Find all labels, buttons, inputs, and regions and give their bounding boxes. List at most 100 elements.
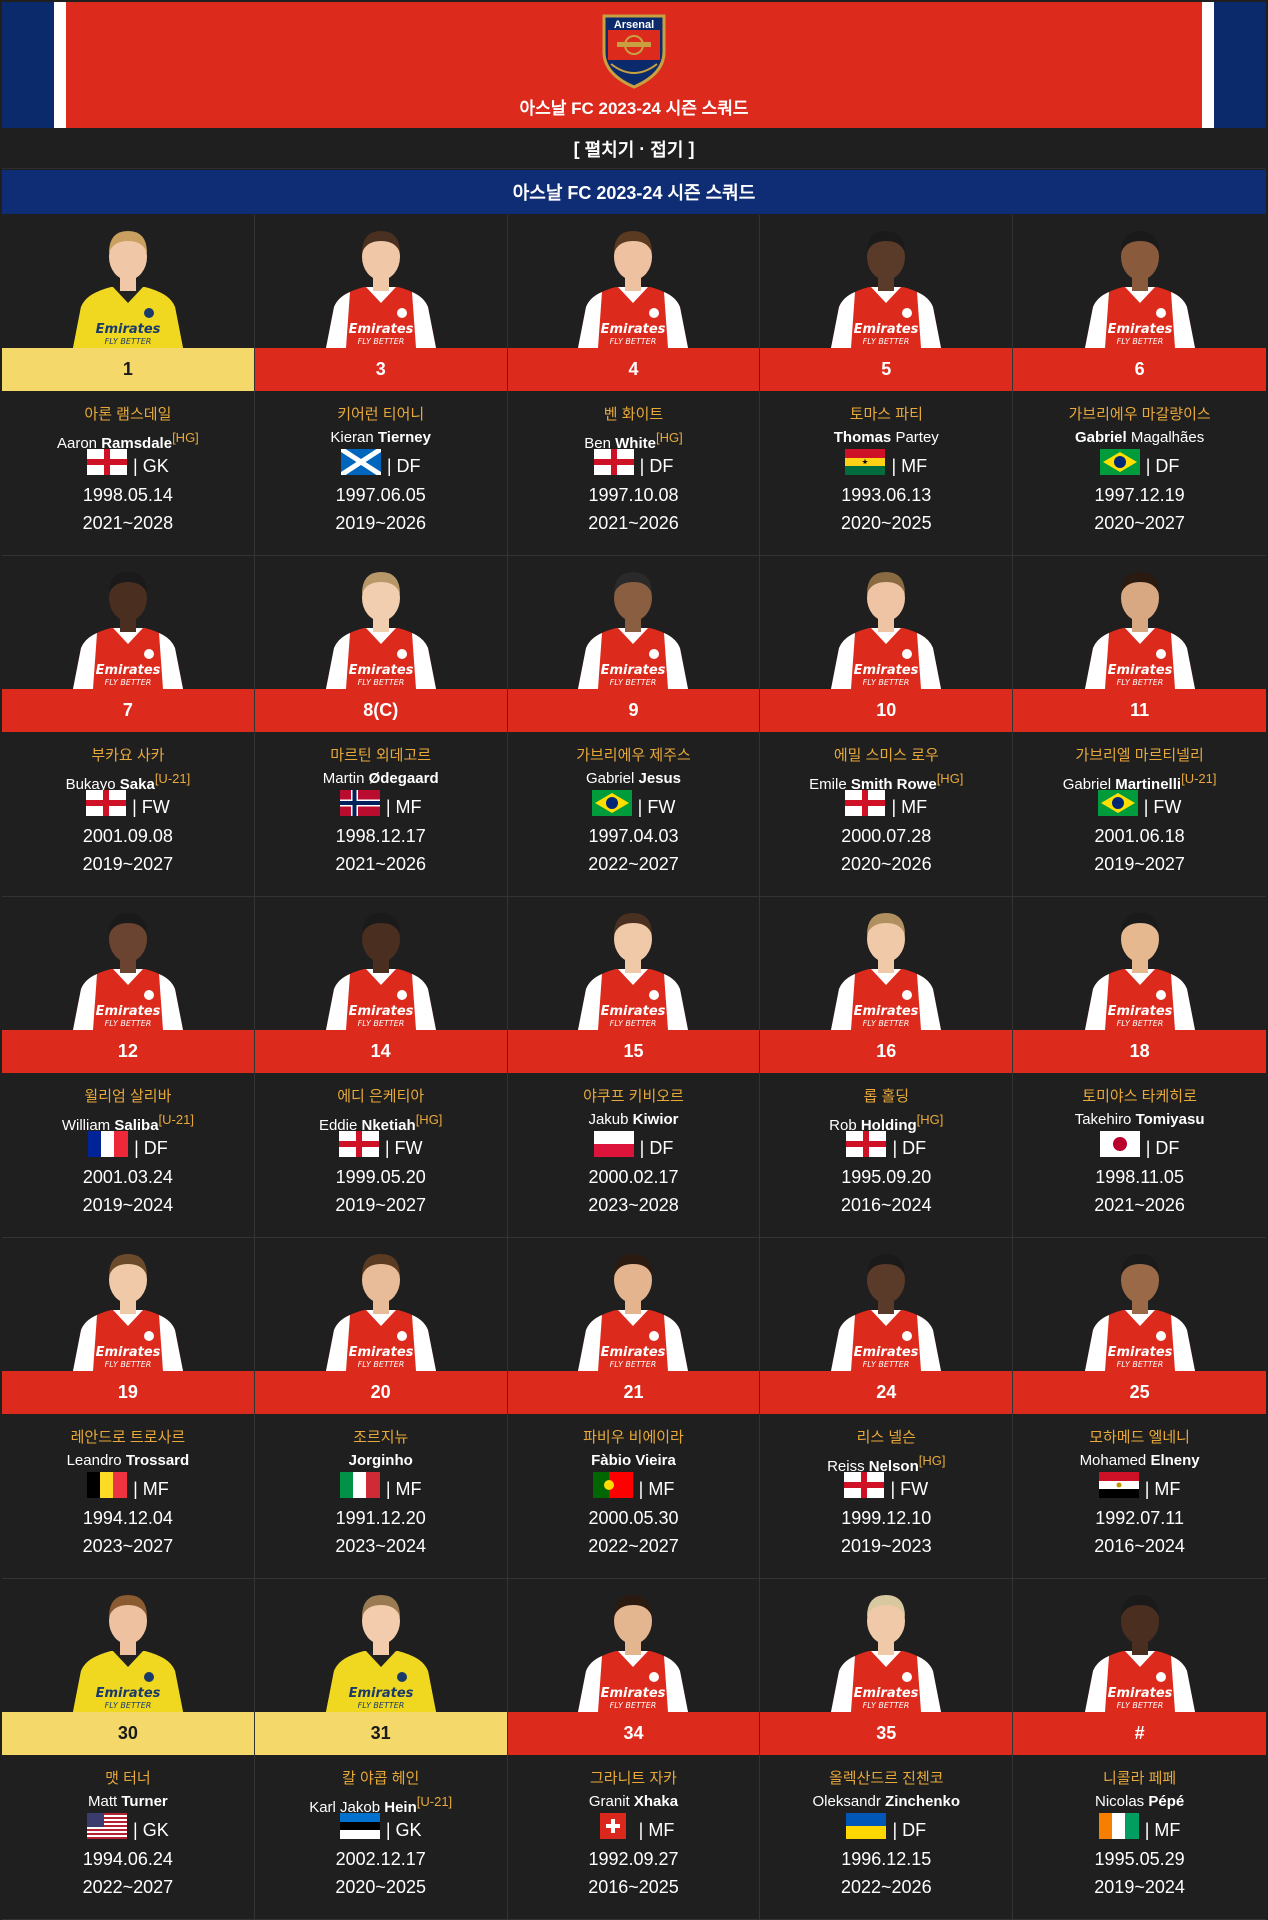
player-card[interactable]: Emirates FLY BETTER 19 레안드로 트로사르 Leandro… [2, 1238, 255, 1579]
player-card[interactable]: Emirates FLY BETTER 15 야쿠프 키비오르 Jakub Ki… [507, 897, 761, 1238]
player-korean-name[interactable]: 롭 홀딩 [760, 1087, 1012, 1109]
player-photo[interactable]: Emirates FLY BETTER [760, 556, 1012, 689]
player-card[interactable]: Emirates FLY BETTER 24 리스 넬슨 Reiss Nelso… [760, 1238, 1014, 1579]
england-flag-icon[interactable] [338, 1131, 379, 1165]
england-flag-icon[interactable] [86, 790, 127, 824]
player-tag[interactable]: [HG] [937, 771, 964, 786]
player-card[interactable]: Emirates FLY BETTER 7 부카요 사카 Bukayo Saka… [2, 556, 255, 897]
belgium-flag-icon[interactable] [87, 1472, 128, 1506]
player-korean-name[interactable]: 에디 은케티아 [255, 1087, 507, 1109]
scotland-flag-icon[interactable] [340, 449, 381, 483]
player-tag[interactable]: [HG] [917, 1112, 944, 1127]
egypt-flag-icon[interactable] [1098, 1472, 1139, 1506]
player-tag[interactable]: [U-21] [1181, 771, 1216, 786]
player-korean-name[interactable]: 조르지뉴 [255, 1428, 507, 1450]
ghana-flag-icon[interactable] [845, 449, 886, 483]
player-card[interactable]: Emirates FLY BETTER 1 아론 램스데일 Aaron Rams… [2, 215, 255, 556]
player-photo[interactable]: Emirates FLY BETTER [760, 897, 1012, 1030]
player-korean-name[interactable]: 맷 터너 [2, 1769, 254, 1791]
player-photo[interactable]: Emirates FLY BETTER [2, 556, 254, 689]
player-card[interactable]: Emirates FLY BETTER 14 에디 은케티아 Eddie Nke… [254, 897, 508, 1238]
player-photo[interactable]: Emirates FLY BETTER [508, 215, 760, 348]
player-korean-name[interactable]: 토마스 파티 [760, 405, 1012, 427]
estonia-flag-icon[interactable] [339, 1813, 380, 1847]
player-photo[interactable]: Emirates FLY BETTER [508, 1579, 760, 1712]
england-flag-icon[interactable] [87, 449, 128, 483]
player-photo[interactable]: Emirates FLY BETTER [508, 897, 760, 1030]
player-card[interactable]: Emirates FLY BETTER 8(C) 마르틴 외데고르 Martin… [254, 556, 508, 897]
player-tag[interactable]: [HG] [416, 1112, 443, 1127]
player-card[interactable]: Emirates FLY BETTER 20 조르지뉴 Jorginho | M… [254, 1238, 508, 1579]
player-photo[interactable]: Emirates FLY BETTER [2, 215, 254, 348]
player-korean-name[interactable]: 윌리엄 살리바 [2, 1087, 254, 1109]
player-korean-name[interactable]: 가브리엘 마르티넬리 [1013, 746, 1266, 768]
player-card[interactable]: Emirates FLY BETTER 12 윌리엄 살리바 William S… [2, 897, 255, 1238]
player-card[interactable]: Emirates FLY BETTER 30 맷 터너 Matt Turner … [2, 1579, 255, 1920]
player-photo[interactable]: Emirates FLY BETTER [1013, 556, 1266, 689]
usa-flag-icon[interactable] [87, 1813, 128, 1847]
player-korean-name[interactable]: 리스 넬슨 [760, 1428, 1012, 1450]
player-korean-name[interactable]: 칼 야콥 헤인 [255, 1769, 507, 1791]
england-flag-icon[interactable] [845, 790, 886, 824]
player-korean-name[interactable]: 가브리에우 마갈량이스 [1013, 405, 1266, 427]
player-photo[interactable]: Emirates FLY BETTER [255, 1579, 507, 1712]
player-tag[interactable]: [HG] [919, 1453, 946, 1468]
arsenal-crest-icon[interactable]: Arsenal [599, 12, 669, 90]
ireland_like-flag-icon[interactable] [1098, 1813, 1139, 1847]
player-card[interactable]: Emirates FLY BETTER 11 가브리엘 마르티넬리 Gabrie… [1013, 556, 1266, 897]
player-photo[interactable]: Emirates FLY BETTER [1013, 897, 1266, 1030]
england-flag-icon[interactable] [593, 449, 634, 483]
player-card[interactable]: Emirates FLY BETTER 5 토마스 파티 Thomas Part… [760, 215, 1014, 556]
player-card[interactable]: Emirates FLY BETTER 16 롭 홀딩 Rob Holding[… [760, 897, 1014, 1238]
player-korean-name[interactable]: 키어런 티어니 [255, 405, 507, 427]
player-card[interactable]: Emirates FLY BETTER 3 키어런 티어니 Kieran Tie… [254, 215, 508, 556]
england-flag-icon[interactable] [844, 1472, 885, 1506]
switzerland-flag-icon[interactable] [593, 1813, 633, 1847]
poland-flag-icon[interactable] [593, 1131, 634, 1165]
player-photo[interactable]: Emirates FLY BETTER [255, 556, 507, 689]
player-korean-name[interactable]: 파비우 비에이라 [508, 1428, 760, 1450]
player-korean-name[interactable]: 가브리에우 제주스 [508, 746, 760, 768]
player-korean-name[interactable]: 모하메드 엘네니 [1013, 1428, 1266, 1450]
player-korean-name[interactable]: 부카요 사카 [2, 746, 254, 768]
player-photo[interactable]: Emirates FLY BETTER [1013, 1579, 1266, 1712]
player-korean-name[interactable]: 아론 램스데일 [2, 405, 254, 427]
player-photo[interactable]: Emirates FLY BETTER [255, 215, 507, 348]
player-korean-name[interactable]: 에밀 스미스 로우 [760, 746, 1012, 768]
france-flag-icon[interactable] [88, 1131, 129, 1165]
player-tag[interactable]: [U-21] [155, 771, 190, 786]
player-korean-name[interactable]: 야쿠프 키비오르 [508, 1087, 760, 1109]
player-card[interactable]: Emirates FLY BETTER 35 올렉산드르 진첸코 Oleksan… [760, 1579, 1014, 1920]
player-korean-name[interactable]: 벤 화이트 [508, 405, 760, 427]
player-photo[interactable]: Emirates FLY BETTER [1013, 1238, 1266, 1371]
player-photo[interactable]: Emirates FLY BETTER [760, 1579, 1012, 1712]
player-photo[interactable]: Emirates FLY BETTER [1013, 215, 1266, 348]
player-photo[interactable]: Emirates FLY BETTER [760, 215, 1012, 348]
player-photo[interactable]: Emirates FLY BETTER [508, 1238, 760, 1371]
player-tag[interactable]: [HG] [656, 430, 683, 445]
player-card[interactable]: Emirates FLY BETTER 9 가브리에우 제주스 Gabriel … [507, 556, 761, 897]
portugal-flag-icon[interactable] [592, 1472, 633, 1506]
player-tag[interactable]: [HG] [172, 430, 199, 445]
england-flag-icon[interactable] [846, 1131, 887, 1165]
brazil-flag-icon[interactable] [1099, 449, 1140, 483]
brazil-flag-icon[interactable] [591, 790, 632, 824]
player-tag[interactable]: [U-21] [417, 1794, 452, 1809]
player-card[interactable]: Emirates FLY BETTER 21 파비우 비에이라 Fàbio Vi… [507, 1238, 761, 1579]
player-photo[interactable]: Emirates FLY BETTER [255, 1238, 507, 1371]
player-card[interactable]: Emirates FLY BETTER 6 가브리에우 마갈량이스 Gabrie… [1013, 215, 1266, 556]
player-korean-name[interactable]: 마르틴 외데고르 [255, 746, 507, 768]
player-korean-name[interactable]: 니콜라 페페 [1013, 1769, 1266, 1791]
player-korean-name[interactable]: 올렉산드르 진첸코 [760, 1769, 1012, 1791]
player-photo[interactable]: Emirates FLY BETTER [760, 1238, 1012, 1371]
japan-flag-icon[interactable] [1099, 1131, 1140, 1165]
player-card[interactable]: Emirates FLY BETTER 31 칼 야콥 헤인 Karl Jako… [254, 1579, 508, 1920]
player-card[interactable]: Emirates FLY BETTER 4 벤 화이트 Ben White[HG… [507, 215, 761, 556]
player-photo[interactable]: Emirates FLY BETTER [508, 556, 760, 689]
player-card[interactable]: Emirates FLY BETTER 18 토미야스 타케히로 Takehir… [1013, 897, 1266, 1238]
italy-flag-icon[interactable] [339, 1472, 380, 1506]
player-photo[interactable]: Emirates FLY BETTER [2, 1579, 254, 1712]
brazil-flag-icon[interactable] [1097, 790, 1138, 824]
player-korean-name[interactable]: 토미야스 타케히로 [1013, 1087, 1266, 1109]
collapse-link[interactable]: 접기 [650, 136, 683, 162]
